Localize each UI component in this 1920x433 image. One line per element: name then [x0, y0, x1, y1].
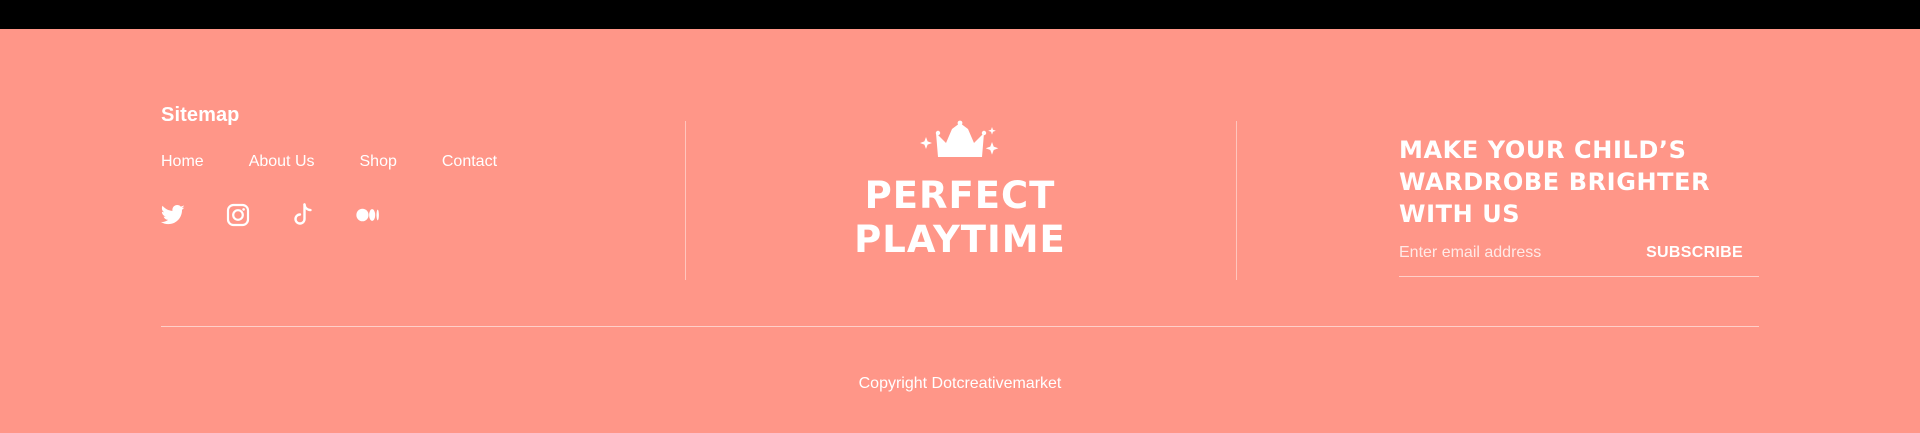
logo-line-2: PLAYTIME: [854, 218, 1066, 261]
email-input[interactable]: [1399, 244, 1619, 262]
newsletter-heading-line-2: WARDROBE BRIGHTER: [1399, 168, 1711, 196]
brand-logo[interactable]: PERFECT PLAYTIME: [840, 117, 1080, 267]
column-divider-right: [1236, 121, 1237, 280]
sitemap-heading: Sitemap: [161, 104, 240, 126]
top-bar: [0, 0, 1920, 29]
twitter-icon[interactable]: [161, 203, 185, 227]
copyright-text: Copyright Dotcreativemarket: [858, 375, 1062, 392]
medium-icon[interactable]: [356, 203, 380, 227]
social-links: [161, 203, 421, 227]
instagram-icon[interactable]: [226, 203, 250, 227]
newsletter-heading: MAKE YOUR CHILD’S WARDROBE BRIGHTER WITH…: [1399, 134, 1769, 230]
sitemap-nav: Home About Us Shop Contact: [161, 153, 542, 171]
footer-divider: [161, 326, 1759, 327]
column-divider-left: [685, 121, 686, 280]
tiktok-icon[interactable]: [291, 203, 315, 227]
subscribe-form: SUBSCRIBE: [1399, 240, 1759, 277]
newsletter-heading-line-3: WITH US: [1399, 200, 1521, 228]
newsletter-heading-line-1: MAKE YOUR CHILD’S: [1399, 136, 1687, 164]
nav-link-home[interactable]: Home: [161, 153, 204, 171]
nav-link-about-us[interactable]: About Us: [249, 153, 315, 171]
subscribe-button[interactable]: SUBSCRIBE: [1646, 244, 1743, 262]
logo-line-1: PERFECT: [864, 174, 1056, 217]
crown-icon: [920, 120, 999, 157]
nav-link-shop[interactable]: Shop: [360, 153, 397, 171]
nav-link-contact[interactable]: Contact: [442, 153, 497, 171]
